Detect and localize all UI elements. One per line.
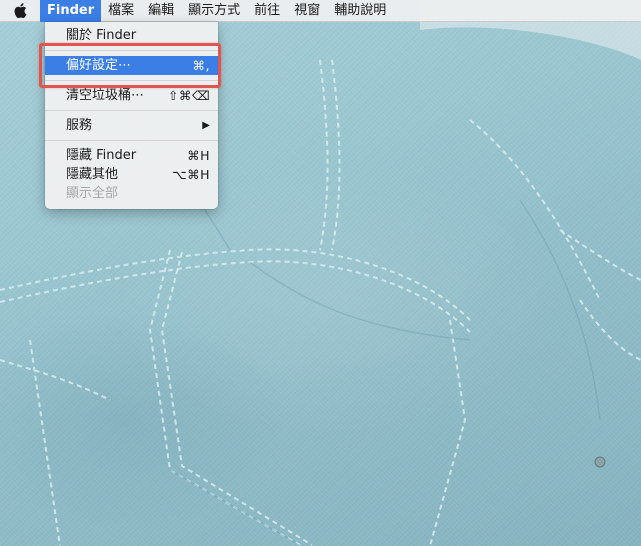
menu-item-show-all: 顯示全部 bbox=[45, 184, 218, 203]
menu-file[interactable]: 檔案 bbox=[101, 0, 141, 22]
highlight-annotation-box bbox=[39, 43, 221, 88]
menu-separator bbox=[45, 140, 218, 141]
menu-help[interactable]: 輔助說明 bbox=[327, 0, 393, 22]
menu-item-label: 顯示全部 bbox=[66, 186, 119, 201]
menu-item-empty-trash[interactable]: 清空垃圾桶⋯ ⇧⌘⌫ bbox=[45, 86, 218, 105]
menu-item-shortcut: ⌥⌘H bbox=[172, 167, 210, 182]
menu-item-label: 隱藏其他 bbox=[66, 167, 119, 182]
menu-edit[interactable]: 編輯 bbox=[141, 0, 181, 22]
menu-item-hide-others[interactable]: 隱藏其他 ⌥⌘H bbox=[45, 165, 218, 184]
menu-item-shortcut: ⌘H bbox=[187, 148, 210, 163]
menu-view[interactable]: 顯示方式 bbox=[181, 0, 247, 22]
menu-finder[interactable]: Finder bbox=[40, 0, 102, 22]
menu-item-services[interactable]: 服務 ▶ bbox=[45, 116, 218, 135]
menu-item-shortcut: ⇧⌘⌫ bbox=[167, 88, 210, 103]
menu-separator bbox=[45, 110, 218, 111]
submenu-arrow-icon: ▶ bbox=[202, 120, 210, 131]
menu-item-label: 服務 bbox=[66, 118, 93, 133]
menu-bar: Finder 檔案 編輯 顯示方式 前往 視窗 輔助說明 bbox=[0, 0, 641, 22]
apple-icon[interactable] bbox=[0, 0, 40, 22]
menu-item-label: 清空垃圾桶⋯ bbox=[66, 88, 145, 103]
menu-item-label: 隱藏 Finder bbox=[66, 148, 137, 163]
menu-go[interactable]: 前往 bbox=[247, 0, 287, 22]
menu-window[interactable]: 視窗 bbox=[287, 0, 327, 22]
menu-item-hide-finder[interactable]: 隱藏 Finder ⌘H bbox=[45, 146, 218, 165]
